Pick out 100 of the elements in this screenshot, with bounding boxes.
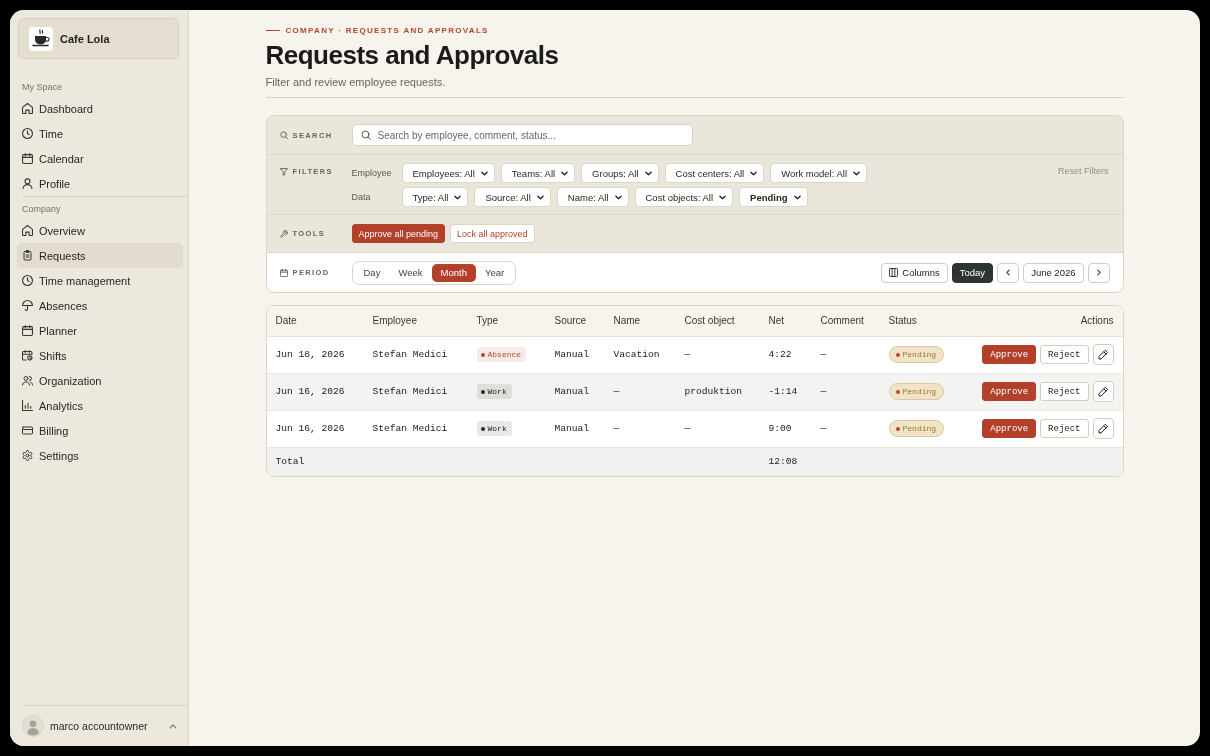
- home-icon: [22, 225, 33, 236]
- filter-dropdown[interactable]: Pending: [739, 187, 808, 207]
- calendar-clock-icon: [22, 350, 33, 361]
- period-tab[interactable]: Month: [431, 263, 476, 282]
- column-header: Employee: [363, 306, 468, 336]
- nav-item[interactable]: Time: [17, 121, 183, 146]
- accent-line: [265, 29, 280, 31]
- status-label: Pending: [902, 350, 937, 359]
- period-tab[interactable]: Day: [354, 263, 390, 282]
- filter-dropdown[interactable]: Type: All: [401, 187, 469, 207]
- table-cell: Stefan Medici: [363, 373, 468, 410]
- nav-item[interactable]: Analytics: [17, 393, 183, 418]
- search-icon: [279, 131, 288, 139]
- columns-icon: [889, 268, 899, 277]
- table-cell: Manual: [545, 336, 605, 373]
- filter-dropdown[interactable]: Employees: All: [401, 163, 495, 183]
- chevron-down-icon: [853, 170, 861, 176]
- table-cell: Stefan Medici: [363, 410, 468, 447]
- table-cell: —: [675, 410, 760, 447]
- dot-icon: [895, 426, 900, 431]
- reject-button[interactable]: Reject: [1040, 382, 1089, 401]
- page-title: Requests and Approvals: [265, 40, 560, 70]
- today-button[interactable]: Today: [951, 262, 994, 283]
- clipboard-icon: [22, 250, 33, 261]
- wrench-icon: [279, 229, 288, 238]
- user-name: marco accountowner: [50, 720, 149, 732]
- column-header: Type: [467, 306, 546, 336]
- umbrella-icon: [22, 300, 33, 311]
- nav-item[interactable]: Planner: [17, 318, 183, 343]
- cup-logo-icon: [29, 26, 53, 51]
- people-icon: [22, 375, 33, 386]
- filter-dropdown[interactable]: Name: All: [556, 187, 629, 207]
- bar-chart-icon: [22, 400, 33, 411]
- section-title: Company: [21, 203, 62, 216]
- table-cell: Jun 16, 2026: [266, 373, 364, 410]
- edit-button[interactable]: [1092, 344, 1114, 365]
- nav-item[interactable]: Profile: [17, 171, 183, 196]
- search-field[interactable]: Search by employee, comment, status...: [351, 124, 693, 146]
- nav-item[interactable]: Absences: [17, 293, 183, 318]
- column-header: Status: [879, 306, 961, 336]
- period-tab[interactable]: Week: [389, 263, 432, 282]
- nav-item[interactable]: Dashboard: [17, 96, 183, 121]
- filter-dropdown[interactable]: Teams: All: [500, 163, 576, 183]
- chevron-up-icon[interactable]: [169, 723, 177, 729]
- group-label: Data: [351, 192, 372, 202]
- approve-button[interactable]: Approve: [982, 345, 1037, 364]
- gear-icon: [22, 450, 33, 461]
- type-label: Work: [487, 387, 507, 396]
- column-header: Source: [545, 306, 605, 336]
- reject-button[interactable]: Reject: [1040, 345, 1089, 364]
- group-label: Employee: [351, 168, 393, 178]
- table-cell: Manual: [545, 373, 605, 410]
- filter-dropdown[interactable]: Groups: All: [581, 163, 659, 183]
- nav-item[interactable]: Requests: [17, 243, 183, 268]
- table-cell: —: [811, 336, 880, 373]
- chevron-down-icon: [793, 194, 801, 200]
- edit-button[interactable]: [1092, 418, 1114, 439]
- chevron-down-icon: [454, 194, 462, 200]
- nav-item[interactable]: Settings: [17, 443, 183, 468]
- approve-button[interactable]: Approve: [982, 382, 1037, 401]
- column-header: Date: [266, 306, 364, 336]
- nav-item[interactable]: Shifts: [17, 343, 183, 368]
- nav-item[interactable]: Billing: [17, 418, 183, 443]
- nav-item[interactable]: Overview: [17, 218, 183, 243]
- table-cell: 4:22: [759, 336, 812, 373]
- filter-dropdown[interactable]: Cost centers: All: [664, 163, 765, 183]
- edit-button[interactable]: [1092, 381, 1114, 402]
- home-icon: [22, 103, 33, 114]
- filter-dropdown[interactable]: Cost objects: All: [634, 187, 734, 207]
- chevron-right-icon: [1096, 269, 1101, 276]
- status-label: Pending: [902, 387, 937, 396]
- type-label: Absence: [487, 350, 522, 359]
- nav-item[interactable]: Calendar: [17, 146, 183, 171]
- workspace-card[interactable]: Cafe Lola: [18, 18, 179, 59]
- period-tab[interactable]: Year: [475, 263, 514, 282]
- month-picker[interactable]: June 2026: [1023, 262, 1084, 283]
- approve-all-button[interactable]: Approve all pending: [351, 224, 446, 243]
- status-label: Pending: [902, 424, 937, 433]
- table-cell: —: [811, 410, 880, 447]
- calendar-icon: [279, 268, 288, 277]
- chevron-down-icon: [750, 170, 758, 176]
- reject-button[interactable]: Reject: [1040, 419, 1089, 438]
- lock-all-button[interactable]: Lock all approved: [450, 224, 535, 243]
- chevron-down-icon: [480, 170, 488, 176]
- pencil-icon: [1098, 386, 1108, 397]
- filter-dropdown[interactable]: Work model: All: [770, 163, 868, 183]
- chevron-down-icon: [561, 170, 569, 176]
- funnel-icon: [279, 167, 288, 176]
- column-header: Cost object: [675, 306, 760, 336]
- approve-button[interactable]: Approve: [982, 419, 1037, 438]
- chevron-left-icon: [1006, 269, 1011, 276]
- clock-icon: [22, 275, 33, 286]
- nav-item[interactable]: Organization: [17, 368, 183, 393]
- workspace-name: Cafe Lola: [60, 32, 110, 45]
- nav-item[interactable]: Time management: [17, 268, 183, 293]
- columns-button[interactable]: Columns: [881, 262, 948, 283]
- table-cell: Jun 16, 2026: [266, 410, 364, 447]
- filter-dropdown[interactable]: Source: All: [474, 187, 551, 207]
- table-cell: Stefan Medici: [363, 336, 468, 373]
- table-cell: Total: [266, 447, 364, 476]
